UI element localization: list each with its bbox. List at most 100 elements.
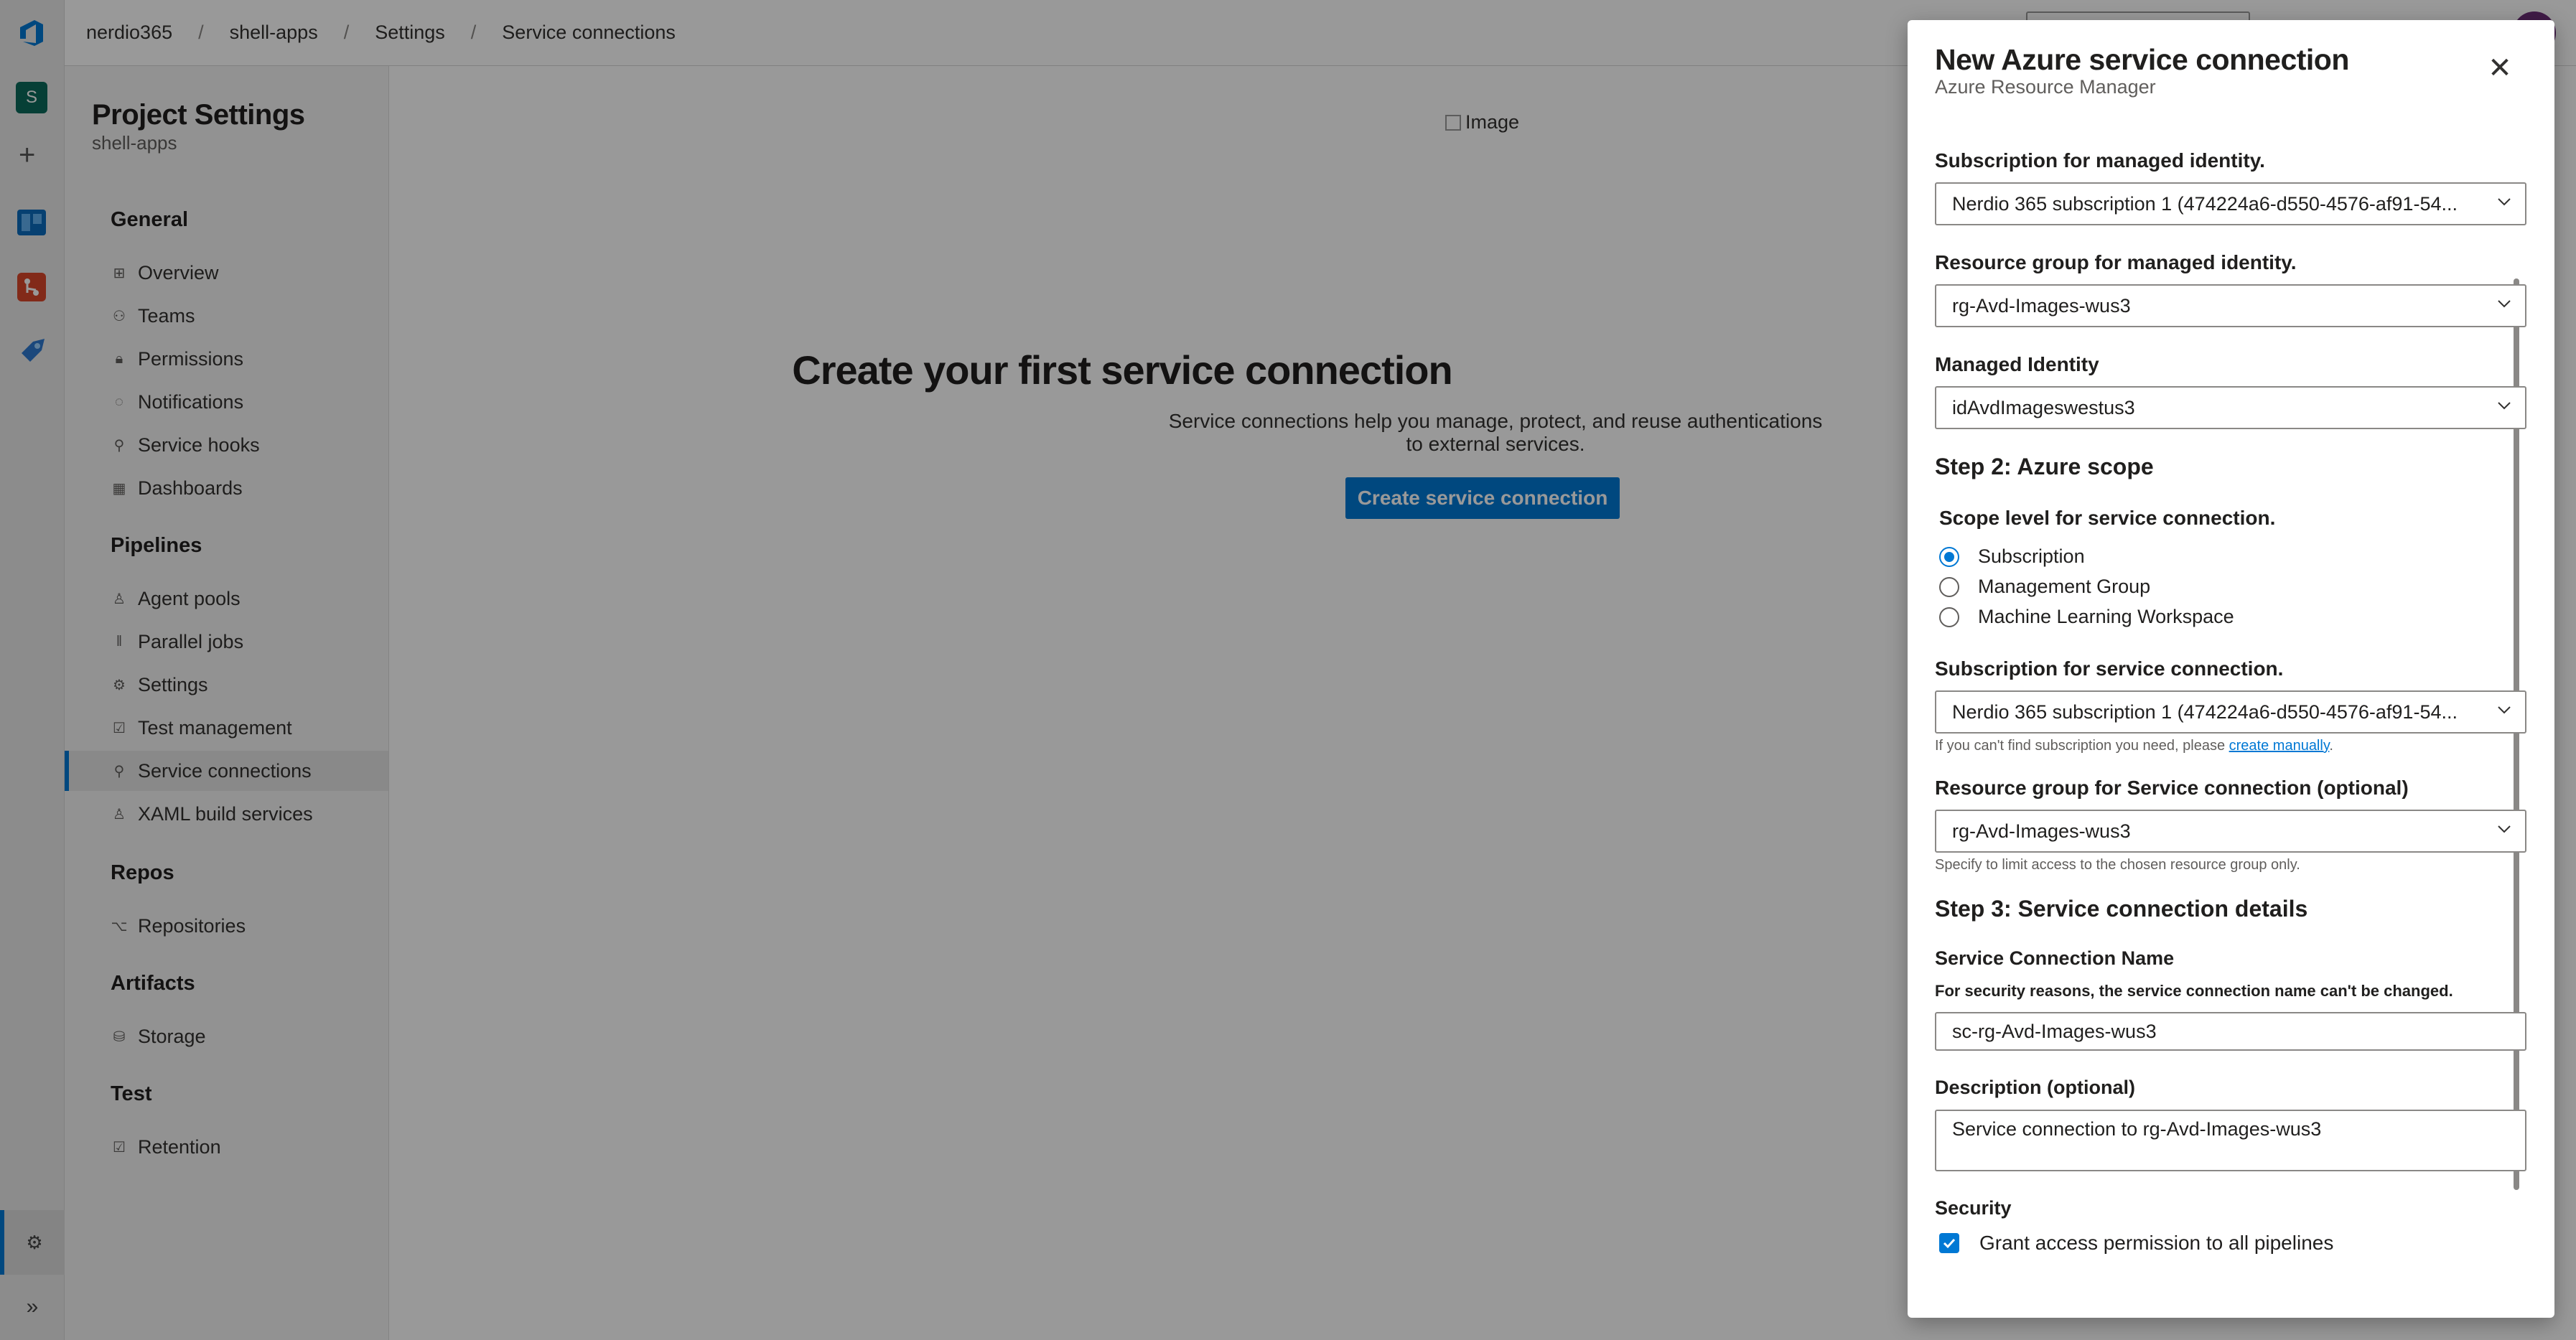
sc-rg-hint: Specify to limit access to the chosen re… [1935, 857, 2300, 873]
pipelines-icon[interactable] [16, 336, 47, 367]
create-manually-link[interactable]: create manually [2229, 738, 2330, 754]
breadcrumb-org[interactable]: nerdio365 [79, 22, 179, 44]
dropdown-value: Nerdio 365 subscription 1 (474224a6-d550… [1952, 192, 2458, 215]
hint-text: . [2329, 738, 2333, 754]
gear-icon[interactable]: ⚙ [0, 1210, 65, 1275]
sc-subscription-label: Subscription for service connection. [1935, 657, 2284, 680]
mi-subscription-label: Subscription for managed identity. [1935, 149, 2265, 172]
radio-icon[interactable] [1939, 576, 1959, 597]
nav-item-label: Teams [138, 304, 195, 327]
chevron-double-right-icon[interactable]: » [0, 1289, 65, 1325]
project-subtitle: shell-apps [92, 132, 177, 154]
checkbox-checked-icon[interactable] [1939, 1233, 1959, 1253]
repo-icon: ⌥ [111, 918, 128, 934]
breadcrumb-settings[interactable]: Settings [368, 22, 452, 44]
nav-item-permissions[interactable]: 🔒︎ Permissions [65, 339, 388, 379]
dropdown-value: Nerdio 365 subscription 1 (474224a6-d550… [1952, 701, 2458, 723]
group-artifacts: Artifacts [111, 972, 195, 995]
create-service-connection-button[interactable]: Create service connection [1345, 477, 1620, 519]
scope-label: Scope level for service connection. [1939, 507, 2276, 529]
nav-item-label: Test management [138, 716, 292, 739]
nav-item-label: Parallel jobs [138, 630, 244, 652]
left-rail: S + ⚙ » [0, 0, 65, 1340]
nav-item-retention[interactable]: ☑ Retention [65, 1127, 388, 1167]
nav-item-label: Storage [138, 1025, 206, 1047]
radio-label: Management Group [1978, 576, 2151, 597]
agent-icon: ♙ [113, 591, 126, 607]
test-icon: ☑ [113, 1139, 126, 1156]
page-title: Project Settings [92, 99, 305, 131]
nav-item-label: Retention [138, 1135, 221, 1158]
description-textarea[interactable]: Service connection to rg-Avd-Images-wus3 [1935, 1110, 2526, 1171]
nav-item-service-connections[interactable]: ⚲ Service connections [65, 751, 388, 791]
scope-option-subscription[interactable]: Subscription [1939, 545, 2085, 568]
nav-item-test-management[interactable]: ☑ Test management [65, 708, 388, 748]
settings-nav: Project Settings shell-apps General ⊞ Ove… [65, 66, 389, 1340]
parallel-icon: ‖ [116, 633, 123, 650]
grant-access-checkbox-row[interactable]: Grant access permission to all pipelines [1939, 1232, 2333, 1255]
chevron-down-icon [2498, 300, 2511, 308]
nav-item-agent-pools[interactable]: ♙ Agent pools [65, 578, 388, 619]
nav-item-label: XAML build services [138, 802, 313, 825]
nav-item-label: Service connections [138, 759, 312, 782]
project-avatar[interactable]: S [16, 82, 47, 113]
mi-subscription-dropdown[interactable]: Nerdio 365 subscription 1 (474224a6-d550… [1935, 182, 2526, 225]
description-label: Description (optional) [1935, 1077, 2135, 1098]
group-general: General [111, 208, 188, 231]
mi-label: Managed Identity [1935, 353, 2099, 375]
dropdown-value: rg-Avd-Images-wus3 [1952, 820, 2131, 842]
breadcrumb-project[interactable]: shell-apps [223, 22, 325, 44]
scope-option-ml-workspace[interactable]: Machine Learning Workspace [1939, 606, 2234, 628]
chevron-down-icon [2498, 198, 2511, 206]
azure-devops-logo-icon[interactable] [16, 17, 47, 49]
radio-icon[interactable] [1939, 606, 1959, 627]
breadcrumb-current[interactable]: Service connections [495, 22, 683, 44]
repos-icon[interactable] [16, 271, 47, 303]
group-repos: Repos [111, 861, 174, 884]
dropdown-value: idAvdImageswestus3 [1952, 396, 2135, 418]
boards-icon[interactable] [16, 207, 47, 238]
image-icon [1445, 115, 1461, 131]
agent-icon: ♙ [113, 806, 126, 823]
sc-subscription-dropdown[interactable]: Nerdio 365 subscription 1 (474224a6-d550… [1935, 690, 2526, 734]
hint-text: If you can't find subscription you need,… [1935, 738, 2229, 754]
service-connection-name-input[interactable]: sc-rg-Avd-Images-wus3 [1935, 1012, 2526, 1051]
nav-item-teams[interactable]: ⚇ Teams [65, 296, 388, 336]
plus-icon[interactable]: + [19, 141, 35, 169]
new-service-connection-panel: New Azure service connection Azure Resou… [1908, 20, 2554, 1318]
nav-item-dashboards[interactable]: ▦ Dashboards [65, 468, 388, 508]
nav-item-storage[interactable]: ⛁ Storage [65, 1016, 388, 1056]
image-alt-text: Image [1465, 111, 1520, 133]
close-icon[interactable]: ✕ [2482, 50, 2518, 86]
step2-title: Step 2: Azure scope [1935, 454, 2154, 479]
nav-item-overview[interactable]: ⊞ Overview [65, 253, 388, 293]
nav-item-settings[interactable]: ⚙ Settings [65, 665, 388, 705]
empty-state-title: Create your first service connection [792, 347, 1452, 393]
nav-item-repositories[interactable]: ⌥ Repositories [65, 906, 388, 946]
grant-access-label: Grant access permission to all pipelines [1979, 1232, 2334, 1254]
nav-item-service-hooks[interactable]: ⚲ Service hooks [65, 425, 388, 465]
lock-icon: 🔒︎ [115, 350, 123, 367]
name-note: For security reasons, the service connec… [1935, 982, 2453, 1000]
dropdown-value: rg-Avd-Images-wus3 [1952, 294, 2131, 317]
nav-item-xaml-build-services[interactable]: ♙ XAML build services [65, 794, 388, 834]
managed-identity-dropdown[interactable]: idAvdImageswestus3 [1935, 386, 2526, 429]
sc-resource-group-dropdown[interactable]: rg-Avd-Images-wus3 [1935, 810, 2526, 853]
broken-image: Image [1445, 111, 1519, 133]
nav-item-parallel-jobs[interactable]: ‖ Parallel jobs [65, 622, 388, 662]
nav-item-notifications[interactable]: ◌ Notifications [65, 382, 388, 422]
radio-selected-icon[interactable] [1939, 546, 1959, 567]
nav-item-label: Settings [138, 673, 208, 695]
mi-resource-group-dropdown[interactable]: rg-Avd-Images-wus3 [1935, 284, 2526, 327]
breadcrumb-separator: / [343, 22, 350, 43]
name-label: Service Connection Name [1935, 947, 2175, 969]
breadcrumb-separator: / [198, 22, 204, 43]
nav-item-label: Agent pools [138, 587, 241, 609]
radio-label: Subscription [1978, 545, 2085, 567]
mi-rg-label: Resource group for managed identity. [1935, 251, 2297, 273]
group-test: Test [111, 1082, 152, 1105]
scope-option-management-group[interactable]: Management Group [1939, 576, 2150, 598]
nav-item-label: Repositories [138, 914, 246, 937]
empty-state-description: Service connections help you manage, pro… [1168, 410, 1823, 455]
gear-icon: ⚙ [113, 677, 126, 693]
